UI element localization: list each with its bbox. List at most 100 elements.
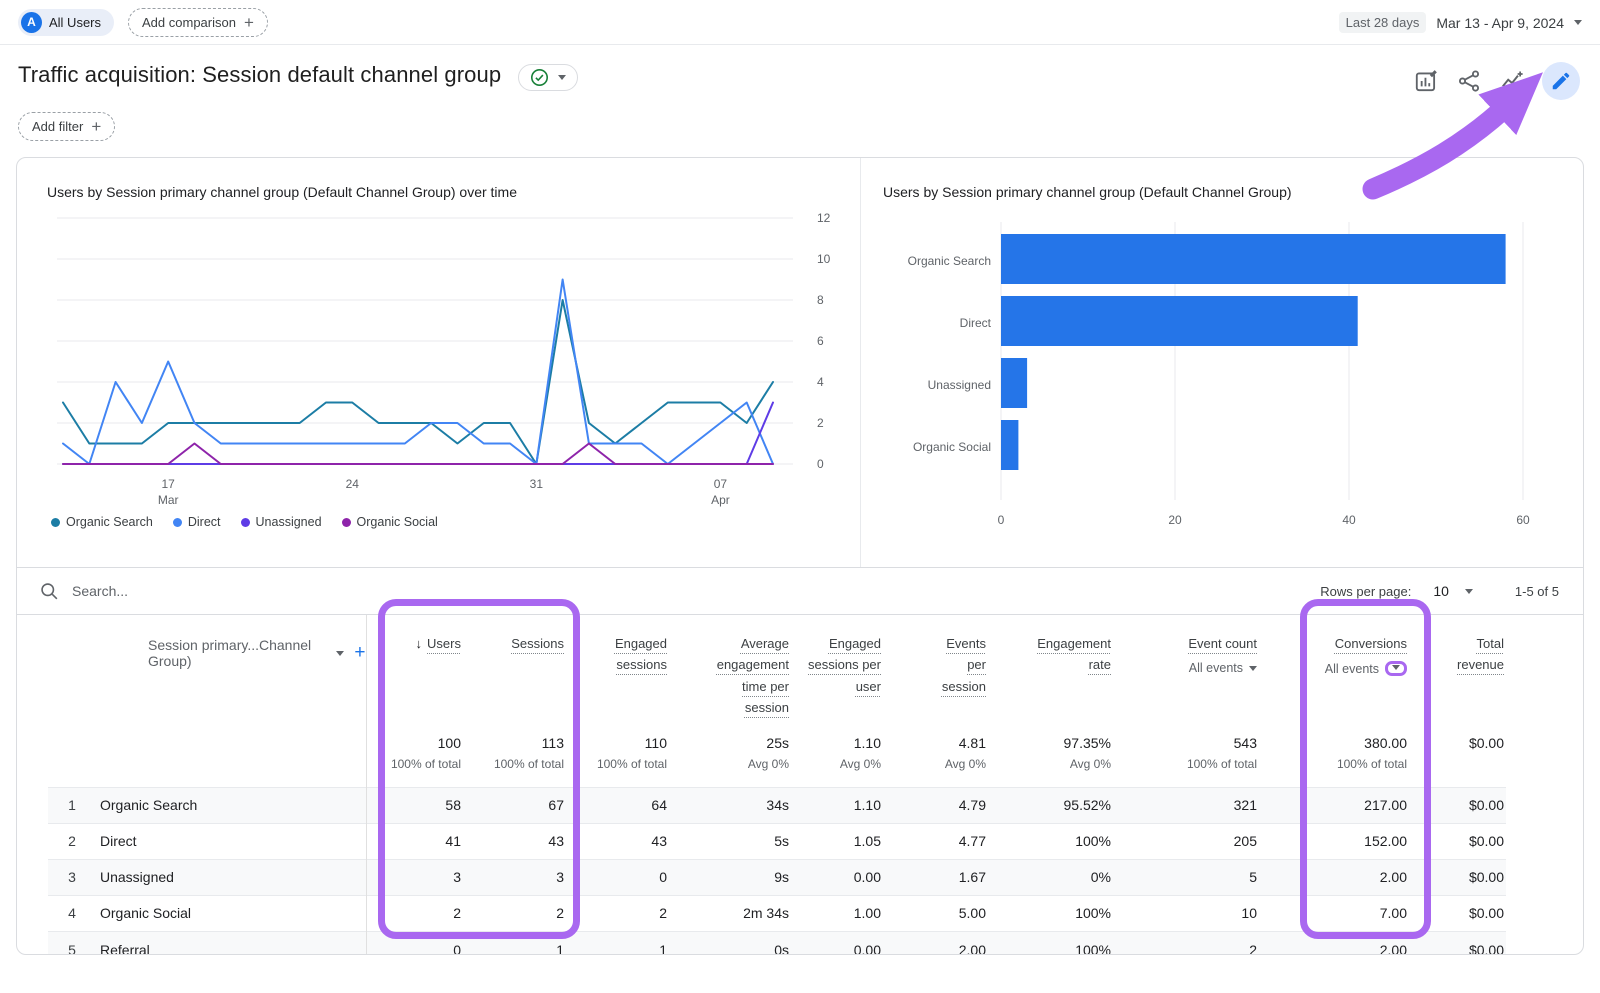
chevron-down-icon[interactable]: [1249, 666, 1257, 671]
svg-text:10: 10: [817, 252, 831, 266]
cell-engaged-sessions-per-user: 0.00: [791, 859, 883, 895]
cell-conversions: 2.00: [1259, 931, 1409, 955]
totals-cell: $0.00: [1409, 719, 1506, 788]
add-dimension-icon[interactable]: +: [354, 642, 365, 664]
channel-name: Direct: [96, 823, 366, 859]
svg-text:2: 2: [817, 416, 824, 430]
legend-item-direct: Direct: [173, 515, 221, 529]
channel-name: Unassigned: [96, 859, 366, 895]
cell-events-per-session: 2.00: [883, 931, 988, 955]
cell-events-per-session: 1.67: [883, 859, 988, 895]
cell-sessions: 3: [463, 859, 566, 895]
line-chart-legend: Organic SearchDirectUnassignedOrganic So…: [51, 515, 842, 529]
insights-icon[interactable]: [1499, 68, 1525, 94]
column-header-total-revenue[interactable]: Total revenue: [1409, 615, 1506, 719]
cell-sessions: 1: [463, 931, 566, 955]
cell-total-revenue: $0.00: [1409, 859, 1506, 895]
bar-chart-panel: Users by Session primary channel group (…: [861, 158, 1584, 567]
bar-organic-social: [1001, 420, 1018, 470]
cell-sessions: 67: [463, 787, 566, 823]
totals-cell: 1.10Avg 0%: [791, 719, 883, 788]
cell-average-engagement-time-per-session: 0s: [669, 931, 791, 955]
cell-average-engagement-time-per-session: 5s: [669, 823, 791, 859]
cell-event-count: 205: [1113, 823, 1259, 859]
svg-text:Organic Social: Organic Social: [913, 440, 991, 454]
cell-events-per-session: 4.79: [883, 787, 988, 823]
svg-text:8: 8: [817, 293, 824, 307]
cell-conversions: 152.00: [1259, 823, 1409, 859]
cell-engagement-rate: 100%: [988, 823, 1113, 859]
report-header: Traffic acquisition: Session default cha…: [0, 45, 1600, 100]
highlight-box-caret: [1385, 661, 1407, 676]
report-actions: [1413, 62, 1580, 100]
cell-events-per-session: 5.00: [883, 895, 988, 931]
edit-report-button[interactable]: [1542, 62, 1580, 100]
cell-conversions: 217.00: [1259, 787, 1409, 823]
svg-text:40: 40: [1342, 513, 1356, 527]
chevron-down-icon[interactable]: [1392, 665, 1400, 670]
legend-item-organic-social: Organic Social: [342, 515, 438, 529]
header-row: Session primary...Channel Group)+↓UsersS…: [48, 615, 1506, 719]
chevron-down-icon[interactable]: [336, 651, 344, 656]
cell-engaged-sessions: 43: [566, 823, 669, 859]
cell-engagement-rate: 100%: [988, 931, 1113, 955]
line-series-direct: [63, 280, 773, 465]
rows-per-page-value[interactable]: 10: [1433, 583, 1449, 599]
row-index: 5: [48, 931, 96, 955]
bar-direct: [1001, 296, 1358, 346]
cell-events-per-session: 4.77: [883, 823, 988, 859]
column-header-users[interactable]: ↓Users: [366, 615, 463, 719]
column-header-sessions[interactable]: Sessions: [463, 615, 566, 719]
add-comparison-button[interactable]: Add comparison +: [128, 8, 268, 37]
report-status-selector[interactable]: [518, 64, 578, 91]
cell-engaged-sessions-per-user: 1.00: [791, 895, 883, 931]
line-chart-panel: Users by Session primary channel group (…: [17, 158, 861, 567]
search-input[interactable]: [72, 583, 372, 599]
totals-cell: 110100% of total: [566, 719, 669, 788]
totals-cell: 380.00100% of total: [1259, 719, 1409, 788]
cell-conversions: 2.00: [1259, 859, 1409, 895]
svg-text:4: 4: [817, 375, 824, 389]
cell-total-revenue: $0.00: [1409, 895, 1506, 931]
column-header-event-count[interactable]: Event countAll events: [1113, 615, 1259, 719]
svg-text:Mar: Mar: [158, 493, 179, 507]
line-chart: 02468101217Mar243107Apr: [47, 208, 842, 508]
column-header-events-per-session[interactable]: Events per session: [883, 615, 988, 719]
avatar: A: [21, 12, 42, 33]
cell-engagement-rate: 100%: [988, 895, 1113, 931]
row-index: 3: [48, 859, 96, 895]
customize-report-icon[interactable]: [1413, 68, 1439, 94]
audience-chip-all-users[interactable]: A All Users: [18, 9, 114, 36]
cell-engaged-sessions: 1: [566, 931, 669, 955]
totals-cell: 113100% of total: [463, 719, 566, 788]
column-header-conversions[interactable]: ConversionsAll events: [1259, 615, 1409, 719]
dimension-header[interactable]: Session primary...Channel Group)+: [96, 615, 366, 719]
table-row-direct: 2Direct4143435s1.054.77100%205152.00$0.0…: [48, 823, 1506, 859]
cell-engagement-rate: 0%: [988, 859, 1113, 895]
date-range-selector[interactable]: Last 28 days Mar 13 - Apr 9, 2024: [1339, 0, 1582, 45]
svg-text:Unassigned: Unassigned: [928, 378, 991, 392]
column-header-average-engagement-time-per-session[interactable]: Average engagement time per session: [669, 615, 791, 719]
column-header-engagement-rate[interactable]: Engagement rate: [988, 615, 1113, 719]
chevron-down-icon[interactable]: [1465, 589, 1473, 594]
event-scope-selector[interactable]: All events: [1113, 661, 1257, 675]
cell-event-count: 2: [1113, 931, 1259, 955]
totals-cell: 100100% of total: [366, 719, 463, 788]
svg-text:Direct: Direct: [960, 316, 992, 330]
legend-dot: [241, 518, 250, 527]
table-row-referral: 5Referral0110s0.002.00100%22.00$0.00: [48, 931, 1506, 955]
column-header-engaged-sessions[interactable]: Engaged sessions: [566, 615, 669, 719]
plus-icon: +: [244, 14, 254, 31]
svg-text:0: 0: [817, 457, 824, 471]
legend-item-organic-search: Organic Search: [51, 515, 153, 529]
cell-users: 3: [366, 859, 463, 895]
bar-unassigned: [1001, 358, 1027, 408]
add-filter-button[interactable]: Add filter +: [18, 112, 115, 141]
column-header-engaged-sessions-per-user[interactable]: Engaged sessions per user: [791, 615, 883, 719]
channel-name: Organic Social: [96, 895, 366, 931]
line-series-organic-social: [63, 444, 773, 465]
chevron-down-icon: [1574, 20, 1582, 25]
share-icon[interactable]: [1456, 68, 1482, 94]
event-scope-selector[interactable]: All events: [1259, 661, 1407, 676]
svg-text:0: 0: [998, 513, 1005, 527]
